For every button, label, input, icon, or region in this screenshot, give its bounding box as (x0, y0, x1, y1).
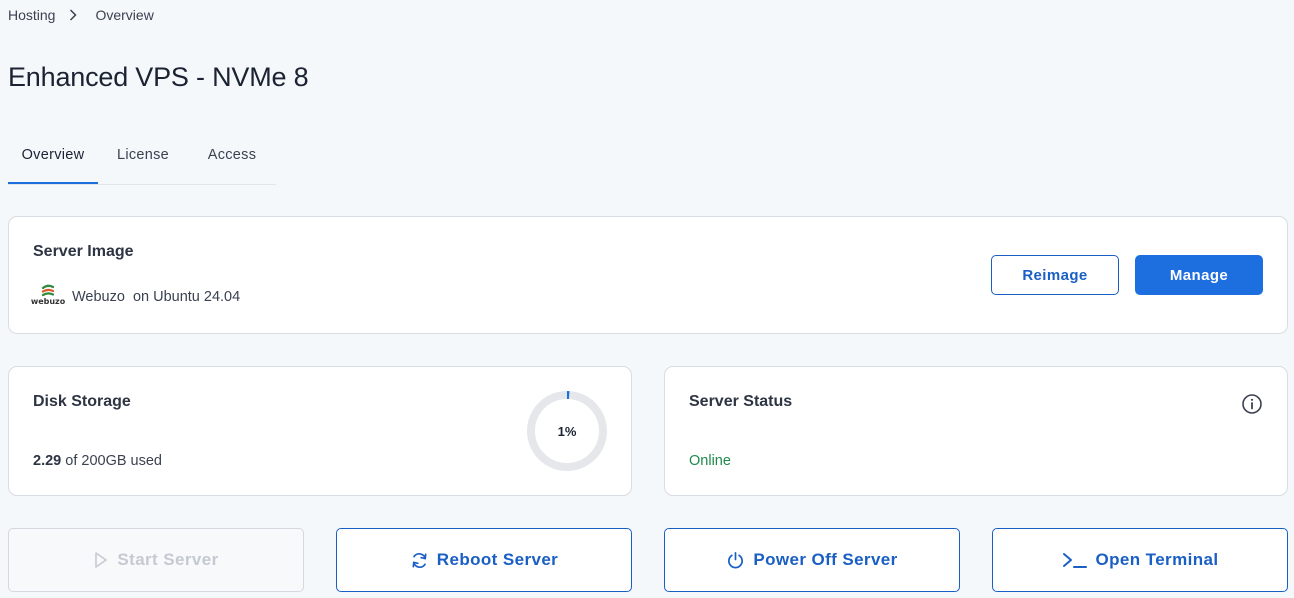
webuzo-logo: webuzo (30, 284, 66, 310)
disk-storage-card: Disk Storage 2.29 of 200GB used 1% (8, 366, 632, 496)
info-circle-icon[interactable] (1241, 393, 1263, 415)
power-off-server-label: Power Off Server (753, 550, 898, 569)
open-terminal-button[interactable]: Open Terminal (992, 528, 1288, 592)
breadcrumb: Hosting Overview (8, 7, 154, 23)
server-image-name: Webuzo (72, 289, 125, 305)
server-image-title: Server Image (33, 243, 134, 260)
disk-used-value: 2.29 (33, 453, 62, 469)
power-icon (726, 551, 745, 570)
server-status-value: Online (689, 453, 731, 469)
page-title: Enhanced VPS - NVMe 8 (8, 62, 309, 92)
breadcrumb-item-overview: Overview (95, 7, 154, 23)
start-server-label: Start Server (117, 550, 219, 569)
reboot-server-label: Reboot Server (436, 550, 559, 569)
start-server-button[interactable]: Start Server (8, 528, 304, 592)
server-image-info: webuzo Webuzo on Ubuntu 24.04 (30, 284, 241, 310)
webuzo-logo-icon (41, 284, 55, 297)
reboot-server-button[interactable]: Reboot Server (336, 528, 632, 592)
chevron-right-icon (69, 9, 78, 21)
disk-usage-text: 2.29 of 200GB used (33, 453, 162, 469)
disk-usage-percent: 1% (557, 423, 577, 439)
webuzo-logo-text: webuzo (30, 297, 66, 306)
disk-total-text: of 200GB used (65, 453, 163, 469)
open-terminal-label: Open Terminal (1095, 550, 1219, 569)
server-image-card: Server Image webuzo Webuzo on Ubuntu 24.… (8, 216, 1288, 334)
server-image-os: on Ubuntu 24.04 (132, 289, 241, 305)
play-icon (93, 551, 109, 569)
refresh-icon (410, 551, 429, 570)
power-off-server-button[interactable]: Power Off Server (664, 528, 960, 592)
server-status-card: Server Status Online (664, 366, 1288, 496)
tab-access[interactable]: Access (188, 136, 276, 184)
manage-button[interactable]: Manage (1135, 255, 1263, 295)
tab-overview[interactable]: Overview (8, 136, 98, 184)
breadcrumb-item-hosting[interactable]: Hosting (8, 7, 55, 23)
server-status-title: Server Status (689, 393, 793, 410)
reimage-button[interactable]: Reimage (991, 255, 1119, 295)
tab-bar: Overview License Access (8, 136, 276, 185)
disk-storage-title: Disk Storage (33, 393, 131, 410)
tab-license[interactable]: License (98, 136, 188, 184)
terminal-icon (1062, 551, 1088, 569)
